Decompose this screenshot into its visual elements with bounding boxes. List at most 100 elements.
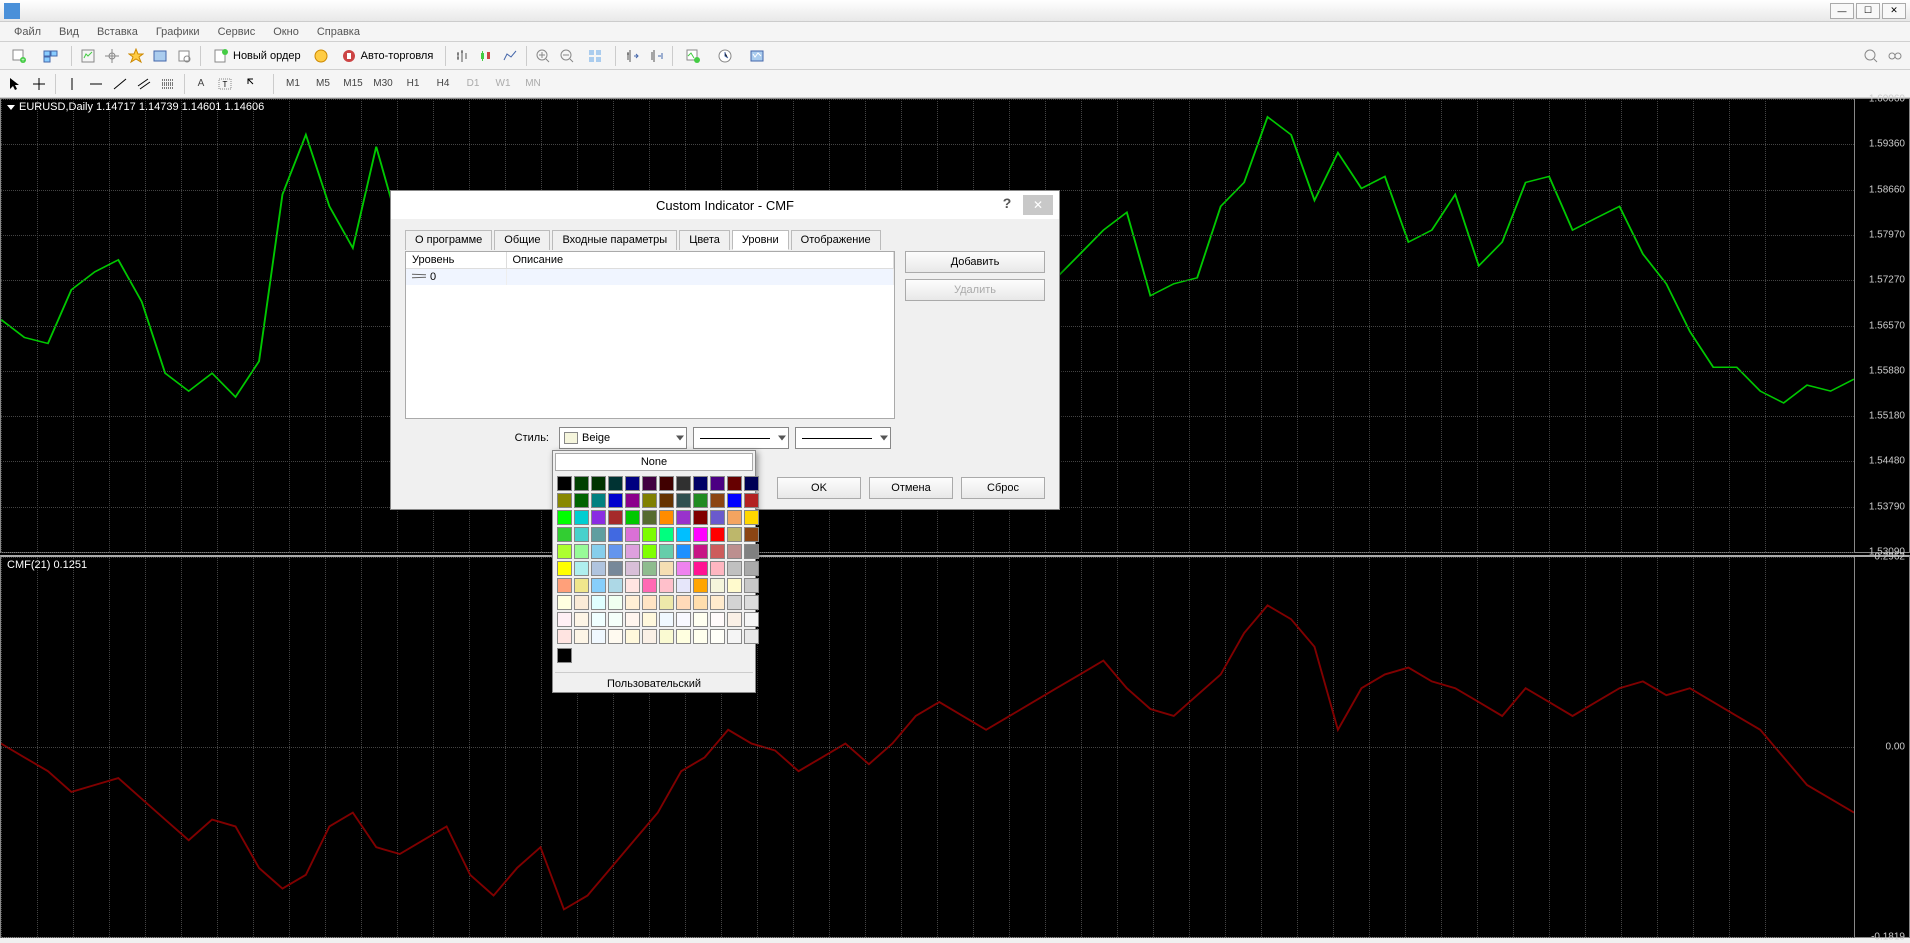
data-window-button[interactable] — [125, 45, 147, 67]
cancel-button[interactable]: Отмена — [869, 477, 953, 499]
channel-button[interactable] — [133, 73, 155, 95]
line-chart-button[interactable] — [499, 45, 521, 67]
color-swatch-cell[interactable] — [625, 578, 640, 593]
color-swatch-cell[interactable] — [676, 544, 691, 559]
menu-window[interactable]: Окно — [265, 24, 307, 40]
color-swatch-cell[interactable] — [744, 595, 759, 610]
color-swatch-cell[interactable] — [557, 544, 572, 559]
metaeditor-button[interactable] — [310, 45, 332, 67]
color-swatch-cell[interactable] — [591, 595, 606, 610]
color-swatch-cell[interactable] — [574, 578, 589, 593]
color-swatch-cell[interactable] — [676, 578, 691, 593]
color-swatch-cell[interactable] — [693, 510, 708, 525]
dialog-help-button[interactable]: ? — [995, 195, 1019, 211]
color-swatch-cell[interactable] — [574, 561, 589, 576]
color-swatch-cell[interactable] — [591, 612, 606, 627]
color-swatch-cell[interactable] — [693, 476, 708, 491]
color-swatch-cell[interactable] — [557, 629, 572, 644]
color-swatch-cell[interactable] — [642, 544, 657, 559]
color-swatch-cell[interactable] — [608, 527, 623, 542]
color-swatch-cell[interactable] — [591, 493, 606, 508]
dialog-close-button[interactable]: ✕ — [1023, 195, 1053, 215]
timeframe-d1[interactable]: D1 — [459, 74, 487, 94]
color-swatch-cell[interactable] — [710, 476, 725, 491]
color-swatch-cell[interactable] — [557, 612, 572, 627]
color-swatch-cell[interactable] — [591, 578, 606, 593]
arrows-button[interactable] — [238, 73, 268, 95]
color-swatch-cell[interactable] — [693, 629, 708, 644]
color-swatch-cell[interactable] — [608, 476, 623, 491]
color-swatch-cell[interactable] — [557, 561, 572, 576]
vertical-line-button[interactable] — [61, 73, 83, 95]
color-swatch-cell[interactable] — [642, 612, 657, 627]
reset-button[interactable]: Сброс — [961, 477, 1045, 499]
color-swatch-cell[interactable] — [625, 561, 640, 576]
bar-chart-button[interactable] — [451, 45, 473, 67]
menu-file[interactable]: Файл — [6, 24, 49, 40]
color-swatch-cell[interactable] — [710, 561, 725, 576]
color-swatch-cell[interactable] — [608, 493, 623, 508]
color-swatch-cell[interactable] — [625, 493, 640, 508]
color-swatch-cell[interactable] — [727, 595, 742, 610]
color-swatch-cell[interactable] — [608, 612, 623, 627]
color-swatch-cell[interactable] — [659, 544, 674, 559]
timeframe-m1[interactable]: M1 — [279, 74, 307, 94]
navigator-button[interactable] — [101, 45, 123, 67]
terminal-button[interactable] — [149, 45, 171, 67]
color-swatch-cell[interactable] — [710, 493, 725, 508]
color-swatch-cell[interactable] — [676, 510, 691, 525]
timeframe-w1[interactable]: W1 — [489, 74, 517, 94]
color-swatch-cell[interactable] — [625, 595, 640, 610]
color-swatch-cell[interactable] — [676, 493, 691, 508]
color-swatch-cell[interactable] — [591, 629, 606, 644]
text-label-button[interactable]: T — [214, 73, 236, 95]
color-swatch-cell[interactable] — [727, 561, 742, 576]
tab-about[interactable]: О программе — [405, 230, 492, 250]
color-swatch-cell[interactable] — [659, 493, 674, 508]
tab-display[interactable]: Отображение — [791, 230, 881, 250]
color-swatch-cell[interactable] — [642, 527, 657, 542]
color-swatch-cell[interactable] — [659, 527, 674, 542]
color-swatch-cell[interactable] — [574, 629, 589, 644]
new-chart-button[interactable]: + — [4, 45, 34, 67]
color-swatch-cell[interactable] — [642, 510, 657, 525]
fibo-button[interactable] — [157, 73, 179, 95]
color-swatch-cell[interactable] — [574, 493, 589, 508]
color-swatch-cell[interactable] — [591, 510, 606, 525]
cursor-button[interactable] — [4, 73, 26, 95]
color-swatch-cell[interactable] — [744, 510, 759, 525]
color-swatch-cell[interactable] — [693, 595, 708, 610]
color-swatch-cell[interactable] — [744, 612, 759, 627]
color-swatch-cell[interactable] — [625, 476, 640, 491]
color-swatch-cell[interactable] — [574, 544, 589, 559]
color-swatch-cell[interactable] — [557, 493, 572, 508]
color-swatch-cell[interactable] — [557, 648, 572, 663]
levels-col-desc[interactable]: Описание — [506, 252, 894, 269]
timeframe-m15[interactable]: M15 — [339, 74, 367, 94]
color-swatch-cell[interactable] — [557, 595, 572, 610]
color-swatch-cell[interactable] — [727, 476, 742, 491]
color-swatch-cell[interactable] — [659, 561, 674, 576]
color-swatch-cell[interactable] — [574, 510, 589, 525]
color-swatch-cell[interactable] — [591, 476, 606, 491]
add-level-button[interactable]: Добавить — [905, 251, 1045, 273]
line-width-combo[interactable] — [795, 427, 891, 449]
timeframe-mn[interactable]: MN — [519, 74, 547, 94]
color-swatch-cell[interactable] — [727, 612, 742, 627]
color-swatch-cell[interactable] — [676, 476, 691, 491]
color-swatch-cell[interactable] — [574, 527, 589, 542]
color-swatch-cell[interactable] — [625, 527, 640, 542]
color-swatch-cell[interactable] — [693, 561, 708, 576]
color-swatch-cell[interactable] — [591, 527, 606, 542]
color-swatch-cell[interactable] — [727, 578, 742, 593]
color-swatch-cell[interactable] — [710, 612, 725, 627]
shift-end-button[interactable] — [645, 45, 667, 67]
color-swatch-cell[interactable] — [727, 510, 742, 525]
color-swatch-cell[interactable] — [727, 544, 742, 559]
autotrade-button[interactable]: Авто-торговля — [334, 45, 441, 67]
menu-help[interactable]: Справка — [309, 24, 368, 40]
menu-service[interactable]: Сервис — [210, 24, 264, 40]
tab-colors[interactable]: Цвета — [679, 230, 730, 250]
color-swatch-cell[interactable] — [642, 578, 657, 593]
color-swatch-cell[interactable] — [642, 561, 657, 576]
